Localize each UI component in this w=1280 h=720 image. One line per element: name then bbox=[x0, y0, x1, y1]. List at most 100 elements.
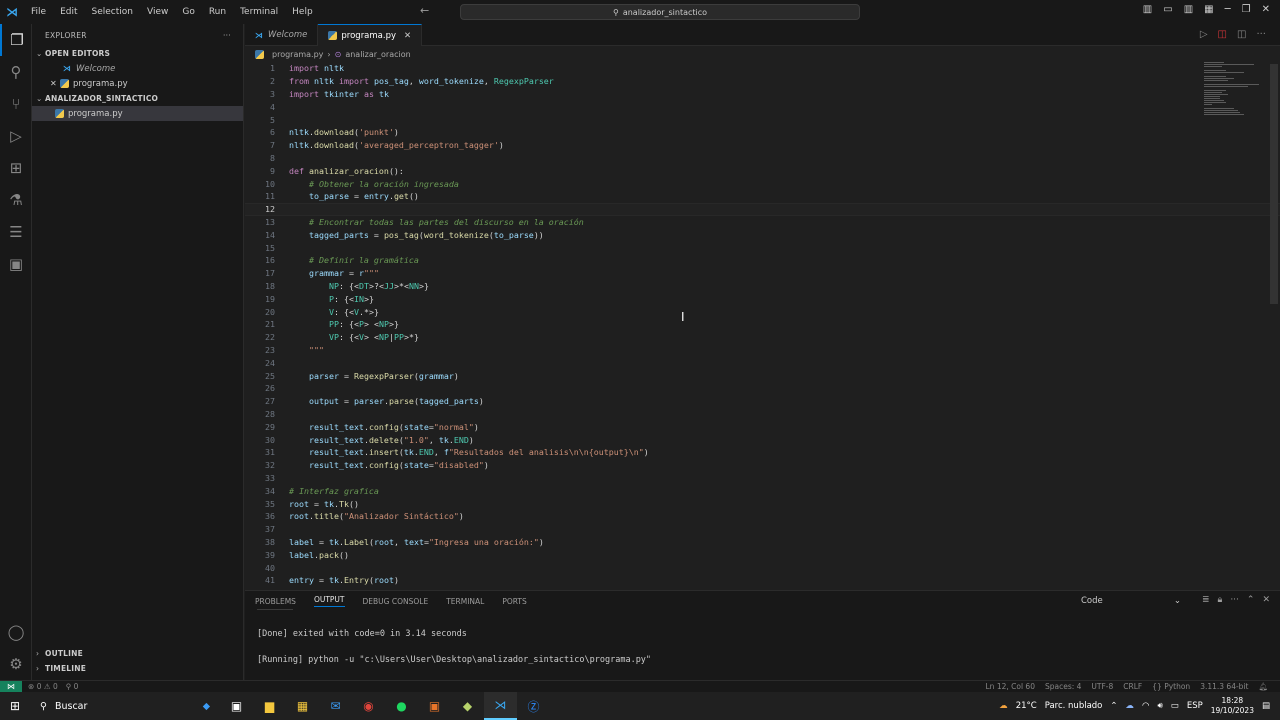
code-line[interactable]: 16 # Definir la gramática bbox=[245, 254, 1280, 267]
panel-tab-output[interactable]: OUTPUT bbox=[313, 595, 345, 607]
code-line[interactable]: 6 nltk.download('punkt') bbox=[245, 126, 1280, 139]
code-line[interactable]: 33 bbox=[245, 472, 1280, 485]
code-line[interactable]: 12 bbox=[245, 202, 1280, 216]
panel-tab-problems[interactable]: PROBLEMS bbox=[255, 597, 296, 606]
code-editor[interactable]: 1 import nltk 2 from nltk import pos_tag, w… bbox=[245, 62, 1280, 590]
code-line[interactable]: 29 result_text.config(state="normal") bbox=[245, 420, 1280, 433]
menu-file[interactable]: File bbox=[24, 7, 53, 17]
battery-icon[interactable]: ▭ bbox=[1171, 701, 1179, 711]
clock[interactable]: 18:28 19/10/2023 bbox=[1211, 696, 1254, 716]
maximize-panel-icon[interactable]: ⌃ bbox=[1247, 595, 1255, 605]
manage-gear-icon[interactable]: ⚙ bbox=[0, 648, 32, 680]
code-line[interactable]: 21 PP: {<P> <NP>} bbox=[245, 318, 1280, 331]
code-line[interactable]: 38 label = tk.Label(root, text="Ingresa u… bbox=[245, 536, 1280, 549]
run-file-icon[interactable]: ▷ bbox=[1200, 29, 1208, 40]
code-line[interactable]: 19 P: {<IN>} bbox=[245, 292, 1280, 305]
close-editor-icon[interactable]: ✕ bbox=[50, 79, 60, 88]
code-line[interactable]: 36 root.title("Analizador Sintáctico") bbox=[245, 510, 1280, 523]
source-control-icon[interactable]: ⑂ bbox=[0, 88, 32, 120]
weather-text[interactable]: Parc. nublado bbox=[1045, 701, 1103, 711]
code-line[interactable]: 37 bbox=[245, 523, 1280, 536]
more-actions-icon[interactable]: ··· bbox=[223, 31, 231, 40]
tray-chevron-icon[interactable]: ⌃ bbox=[1110, 701, 1117, 711]
code-line[interactable]: 5 bbox=[245, 113, 1280, 126]
open-changes-icon[interactable]: ◫ bbox=[1218, 29, 1227, 40]
menu-go[interactable]: Go bbox=[175, 7, 201, 17]
network-icon[interactable]: ◠ bbox=[1142, 701, 1149, 711]
restore-icon[interactable]: ❐ bbox=[1242, 4, 1251, 15]
clear-output-icon[interactable]: ≣ bbox=[1202, 595, 1210, 605]
testing-icon[interactable]: ⚗ bbox=[0, 184, 32, 216]
indentation[interactable]: Spaces: 4 bbox=[1045, 682, 1081, 691]
lock-scroll-icon[interactable]: 🔒︎ bbox=[1218, 595, 1223, 605]
explorer-icon[interactable]: ❐ bbox=[0, 24, 32, 56]
more-actions-icon[interactable]: ··· bbox=[1256, 29, 1266, 40]
panel-tab-ports[interactable]: PORTS bbox=[502, 597, 526, 606]
code-line[interactable]: 27 output = parser.parse(tagged_parts) bbox=[245, 395, 1280, 408]
code-line[interactable]: 2 from nltk import pos_tag, word_tokenize… bbox=[245, 75, 1280, 88]
editor-scrollbar[interactable] bbox=[1270, 64, 1278, 304]
back-arrow-icon[interactable]: ← bbox=[420, 4, 429, 17]
file-explorer-icon[interactable]: ▆ bbox=[253, 692, 286, 720]
microsoft-store-icon[interactable]: ▦ bbox=[286, 692, 319, 720]
menu-help[interactable]: Help bbox=[285, 7, 320, 17]
open-editor-programa[interactable]: ✕ programa.py bbox=[32, 76, 243, 91]
problems-status[interactable]: ⊗ 0 ⚠ 0 bbox=[28, 682, 58, 691]
code-line[interactable]: 10 # Obtener la oración ingresada bbox=[245, 177, 1280, 190]
tab-welcome[interactable]: ⋊ Welcome bbox=[245, 24, 319, 46]
code-line[interactable]: 11 to_parse = entry.get() bbox=[245, 190, 1280, 203]
code-line[interactable]: 18 NP: {<DT>?<JJ>*<NN>} bbox=[245, 280, 1280, 293]
run-debug-icon[interactable]: ▷ bbox=[0, 120, 32, 152]
open-editor-welcome[interactable]: ⋊ Welcome bbox=[32, 61, 243, 76]
windows-start-icon[interactable]: ⊞ bbox=[0, 692, 30, 720]
code-line[interactable]: 24 bbox=[245, 356, 1280, 369]
code-line[interactable]: 28 bbox=[245, 408, 1280, 421]
more-actions-icon[interactable]: ··· bbox=[1230, 595, 1239, 605]
breadcrumb-file[interactable]: programa.py bbox=[272, 50, 323, 59]
code-line[interactable]: 40 bbox=[245, 561, 1280, 574]
code-line[interactable]: 23 """ bbox=[245, 344, 1280, 357]
mail-icon[interactable]: ✉ bbox=[319, 692, 352, 720]
code-line[interactable]: 26 bbox=[245, 382, 1280, 395]
code-line[interactable]: 4 bbox=[245, 100, 1280, 113]
split-editor-icon[interactable]: ◫ bbox=[1237, 29, 1246, 40]
spotify-icon[interactable]: ● bbox=[385, 692, 418, 720]
code-line[interactable]: 7 nltk.download('averaged_perceptron_tagg… bbox=[245, 139, 1280, 152]
weather-temp[interactable]: 21°C bbox=[1016, 701, 1037, 711]
close-tab-icon[interactable]: ✕ bbox=[404, 31, 411, 41]
taskbar-search[interactable]: ⚲ Buscar ◆ bbox=[30, 692, 220, 720]
code-line[interactable]: 20 V: {<V.*>} bbox=[245, 305, 1280, 318]
output-channel-select[interactable]: Code ⌄ bbox=[1077, 594, 1185, 608]
menu-view[interactable]: View bbox=[140, 7, 175, 17]
code-line[interactable]: 34 # Interfaz grafica bbox=[245, 484, 1280, 497]
tab-programa[interactable]: programa.py ✕ bbox=[318, 24, 423, 46]
file-item-programa[interactable]: programa.py bbox=[32, 106, 243, 121]
project-folder-section[interactable]: ⌄ ANALIZADOR_SINTACTICO bbox=[32, 91, 243, 106]
notification-center-icon[interactable]: ▤ bbox=[1262, 701, 1270, 711]
close-panel-icon[interactable]: ✕ bbox=[1262, 595, 1270, 605]
app-cube-icon[interactable]: ◆ bbox=[451, 692, 484, 720]
chrome-icon[interactable]: ◉ bbox=[352, 692, 385, 720]
app-orange-icon[interactable]: ▣ bbox=[418, 692, 451, 720]
code-line[interactable]: 17 grammar = r""" bbox=[245, 267, 1280, 280]
outline-section[interactable]: › OUTLINE bbox=[32, 646, 244, 661]
account-icon[interactable]: ◯ bbox=[0, 616, 32, 648]
code-line[interactable]: 8 bbox=[245, 152, 1280, 165]
menu-terminal[interactable]: Terminal bbox=[233, 7, 285, 17]
code-line[interactable]: 13 # Encontrar todas las partes del disc… bbox=[245, 216, 1280, 229]
code-line[interactable]: 22 VP: {<V> <NP|PP>*} bbox=[245, 331, 1280, 344]
vscode-taskbar-icon[interactable]: ⋊ bbox=[484, 692, 517, 720]
close-window-icon[interactable]: ✕ bbox=[1262, 4, 1270, 15]
menu-edit[interactable]: Edit bbox=[53, 7, 84, 17]
code-line[interactable]: 25 parser = RegexpParser(grammar) bbox=[245, 369, 1280, 382]
timeline-section[interactable]: › TIMELINE bbox=[32, 661, 244, 676]
code-line[interactable]: 30 result_text.delete("1.0", tk.END) bbox=[245, 433, 1280, 446]
toggle-sidebar-icon[interactable]: ▥ bbox=[1143, 4, 1152, 15]
code-line[interactable]: 9 def analizar_oracion(): bbox=[245, 164, 1280, 177]
toggle-secondary-sidebar-icon[interactable]: ▥ bbox=[1184, 4, 1193, 15]
remote-indicator-icon[interactable]: ⋈ bbox=[0, 680, 22, 693]
notifications-bell-icon[interactable]: 🔔︎ bbox=[1258, 682, 1268, 691]
ports-status[interactable]: ⚲ 0 bbox=[66, 682, 79, 691]
code-line[interactable]: 3 import tkinter as tk bbox=[245, 88, 1280, 101]
code-line[interactable]: 35 root = tk.Tk() bbox=[245, 497, 1280, 510]
